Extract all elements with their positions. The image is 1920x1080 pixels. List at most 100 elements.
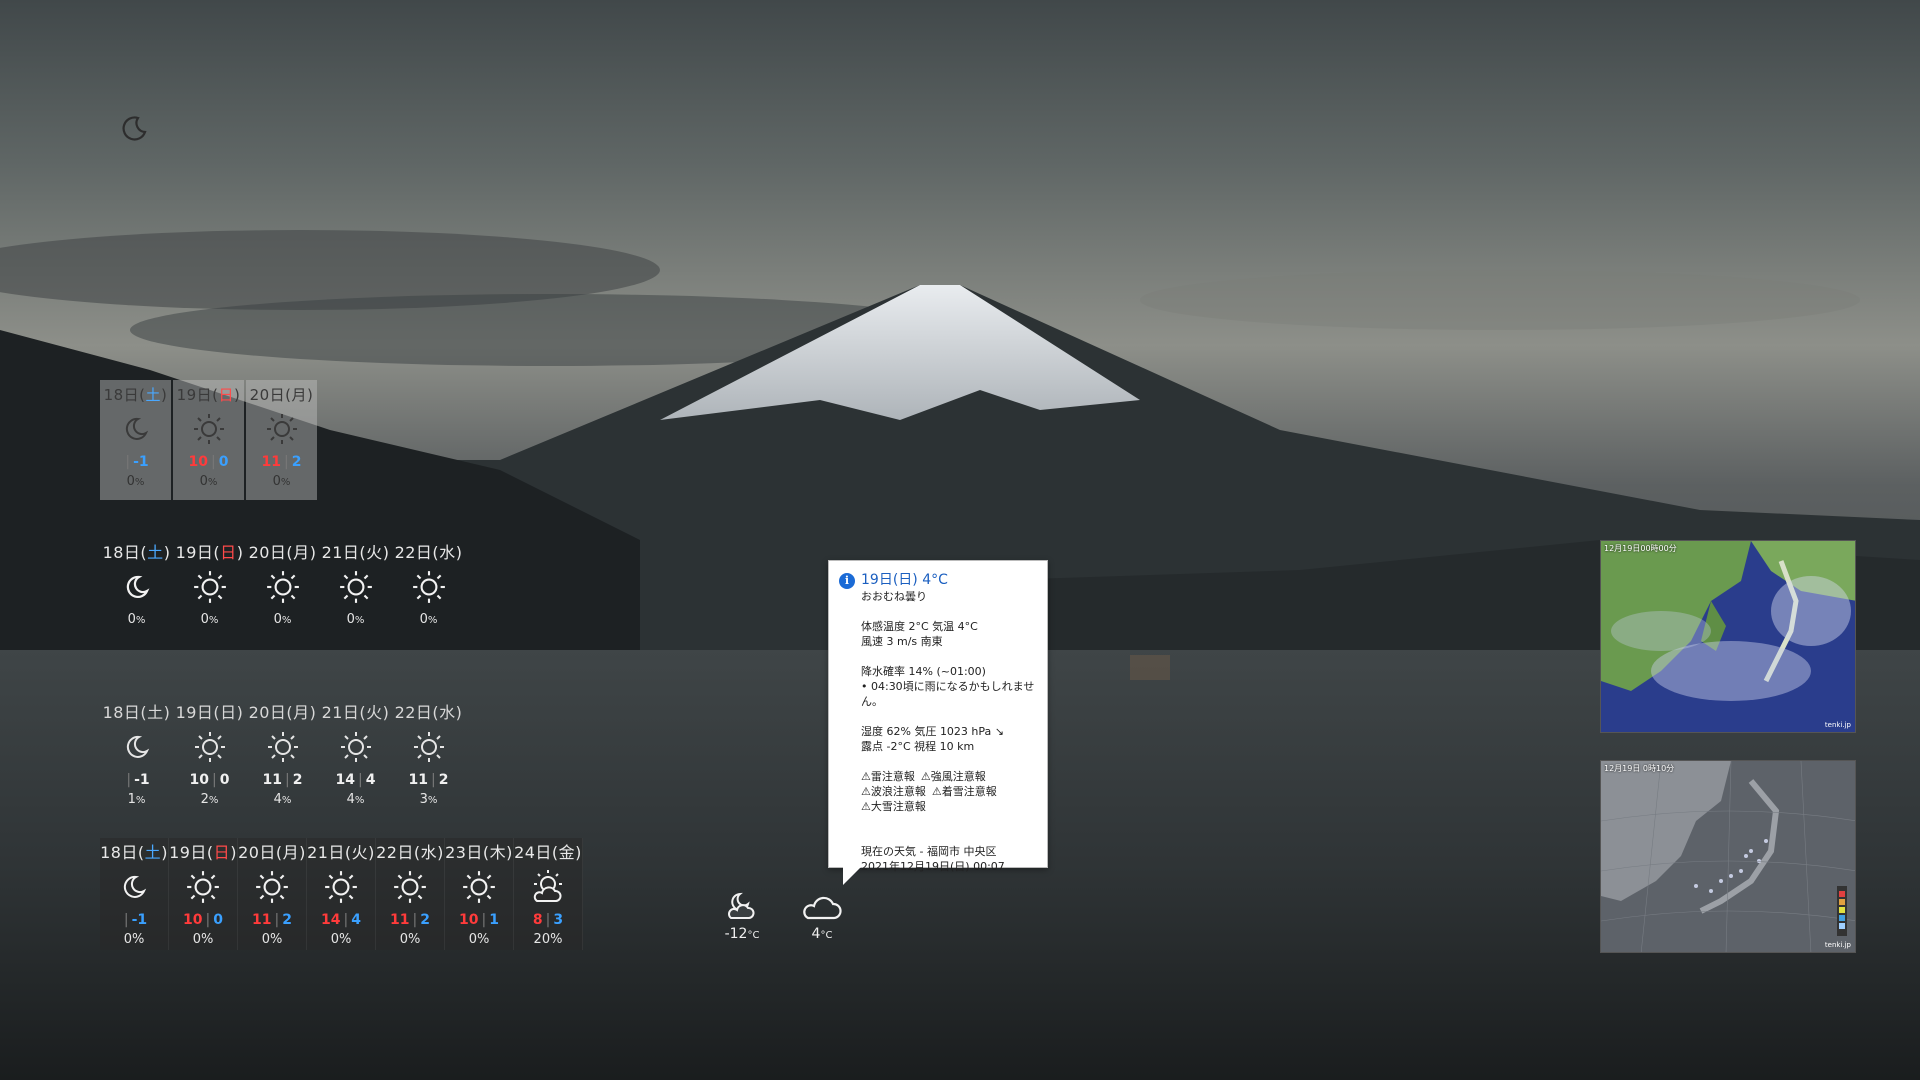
forecast-day[interactable]: 21日(火) 0%	[319, 538, 392, 630]
forecast-day[interactable]: 22日(水) 0%	[392, 538, 465, 630]
day-precip: 0%	[330, 932, 352, 947]
day-date: 19日(日)	[176, 386, 241, 404]
day-precip: 0%	[468, 932, 490, 947]
warning-badge: ⚠大雪注意報	[861, 800, 926, 813]
day-date: 22日(水)	[394, 543, 463, 562]
day-precip: 0%	[123, 932, 145, 947]
day-temps: 10 | 0	[183, 912, 223, 928]
forecast-day[interactable]: 19日(日) 0%	[173, 538, 246, 630]
warning-badge: ⚠波浪注意報	[861, 785, 926, 798]
day-temps: 10 | 0	[188, 454, 229, 470]
day-date: 22日(水)	[376, 843, 444, 862]
forecast-day[interactable]: 20日(月) 11 | 2 0%	[238, 838, 307, 950]
forecast-day[interactable]: 19日(日) 10 | 0 0%	[169, 838, 238, 950]
current-weather-2[interactable]: 4°C	[800, 888, 844, 942]
satellite-image	[1601, 541, 1855, 732]
day-date: 19日(日)	[175, 543, 244, 562]
day-date: 21日(火)	[321, 703, 390, 722]
day-temps: | -1	[126, 772, 150, 788]
cloud-icon	[800, 888, 844, 926]
day-date: 23日(木)	[445, 843, 513, 862]
forecast-day[interactable]: 23日(木) 10 | 1 0%	[445, 838, 514, 950]
popup-humidity: 湿度 62% 気圧 1023 hPa ↘	[861, 725, 1004, 738]
day-temps: 14 | 4	[335, 772, 376, 788]
map-caption: 12月19日 0時10分	[1604, 764, 1675, 773]
day-temps: | -1	[123, 912, 148, 928]
sun-icon	[392, 724, 465, 770]
forecast-day[interactable]: 18日(土) | -1 1%	[100, 698, 173, 810]
day-precip: 4%	[346, 792, 365, 807]
popup-precip: 降水確率 14% (~01:00)	[861, 665, 986, 678]
current-temp: -12°C	[724, 926, 760, 942]
warning-badge: ⚠強風注意報	[920, 770, 986, 783]
day-temps: 11 | 2	[408, 772, 449, 788]
satellite-map[interactable]: 12月19日00時00分 tenki.jp	[1600, 540, 1856, 733]
forecast-day[interactable]: 19日(日) 10 | 0 0%	[173, 380, 244, 500]
day-precip: 3%	[419, 792, 438, 807]
current-weather-1[interactable]: -12°C	[720, 890, 764, 942]
popup-summary: おおむね曇り	[861, 590, 927, 603]
popup-feels: 体感温度 2°C 気温 4°C	[861, 620, 978, 633]
day-date: 21日(火)	[307, 843, 375, 862]
radar-image	[1601, 761, 1855, 952]
sun-icon	[445, 864, 513, 910]
warning-badge: ⚠雷注意報	[861, 770, 915, 783]
forecast-day[interactable]: 21日(火) 14 | 4 4%	[319, 698, 392, 810]
forecast-day[interactable]: 18日(土) 0%	[100, 538, 173, 630]
forecast-day[interactable]: 18日(土) | -1 0%	[100, 380, 171, 500]
info-icon: i	[839, 573, 855, 589]
weather-widget-5day-temps[interactable]: 18日(土) | -1 1% 19日(日) 10 | 0 2% 20日(月) 11 | 2…	[100, 698, 465, 810]
forecast-day[interactable]: 24日(金) 8 | 3 20%	[514, 838, 583, 950]
forecast-day[interactable]: 22日(水) 11 | 2 0%	[376, 838, 445, 950]
forecast-day[interactable]: 20日(月) 11 | 2 4%	[246, 698, 319, 810]
popup-dew: 露点 -2°C 視程 10 km	[861, 740, 975, 753]
popup-precip-note: • 04:30頃に雨になるかもしれません。	[861, 680, 1035, 708]
day-temps: 10 | 0	[189, 772, 230, 788]
sun-cloud-icon	[514, 864, 582, 910]
popup-timestamp: 2021年12月19日(日) 00:07	[861, 860, 1005, 873]
day-temps: 11 | 2	[390, 912, 430, 928]
sun-icon	[307, 864, 375, 910]
day-precip: 0%	[126, 474, 145, 489]
moon-icon	[100, 406, 171, 452]
weather-widget-3day[interactable]: 18日(土) | -1 0% 19日(日) 10 | 0 0% 20日(月) 11 | 2…	[100, 380, 319, 500]
weather-widget-5day-icons[interactable]: 18日(土) 0% 19日(日) 0% 20日(月) 0% 21日(火) 0% …	[100, 538, 465, 630]
day-precip: 0%	[127, 612, 146, 627]
weather-widget-week[interactable]: 18日(土) | -1 0% 19日(日) 10 | 0 0% 20日(月) 11 | 2…	[100, 838, 583, 950]
day-date: 18日(土)	[100, 843, 168, 862]
day-precip: 4%	[273, 792, 292, 807]
current-temp: 4°C	[811, 926, 833, 942]
sun-icon	[246, 724, 319, 770]
weather-detail-popup[interactable]: i 19日(日) 4°C おおむね曇り 体感温度 2°C 気温 4°C 風速 3…	[828, 560, 1048, 885]
day-date: 21日(火)	[321, 543, 390, 562]
sun-icon	[173, 406, 244, 452]
forecast-day[interactable]: 21日(火) 14 | 4 0%	[307, 838, 376, 950]
day-precip: 20%	[533, 932, 563, 947]
day-date: 19日(日)	[175, 703, 244, 722]
warning-row: ⚠大雪注意報	[861, 799, 1037, 814]
forecast-day[interactable]: 18日(土) | -1 0%	[100, 838, 169, 950]
moon-icon	[100, 864, 168, 910]
sun-icon	[173, 564, 246, 610]
day-date: 24日(金)	[514, 843, 582, 862]
sun-icon	[169, 864, 237, 910]
forecast-day[interactable]: 22日(水) 11 | 2 3%	[392, 698, 465, 810]
day-date: 20日(月)	[238, 843, 306, 862]
forecast-day[interactable]: 19日(日) 10 | 0 2%	[173, 698, 246, 810]
warning-row: ⚠波浪注意報 ⚠着雪注意報	[861, 784, 1037, 799]
day-precip: 0%	[272, 474, 291, 489]
sun-icon	[173, 724, 246, 770]
day-temps: 10 | 1	[459, 912, 499, 928]
forecast-day[interactable]: 20日(月) 0%	[246, 538, 319, 630]
day-temps: 14 | 4	[321, 912, 361, 928]
day-precip: 0%	[273, 612, 292, 627]
moon-phase-icon	[118, 110, 152, 144]
day-precip: 0%	[200, 612, 219, 627]
radar-map[interactable]: 12月19日 0時10分 tenki.jp	[1600, 760, 1856, 953]
day-precip: 0%	[419, 612, 438, 627]
sun-icon	[319, 724, 392, 770]
day-date: 20日(月)	[249, 386, 314, 404]
day-precip: 2%	[200, 792, 219, 807]
map-credit: tenki.jp	[1824, 721, 1851, 729]
forecast-day[interactable]: 20日(月) 11 | 2 0%	[246, 380, 317, 500]
